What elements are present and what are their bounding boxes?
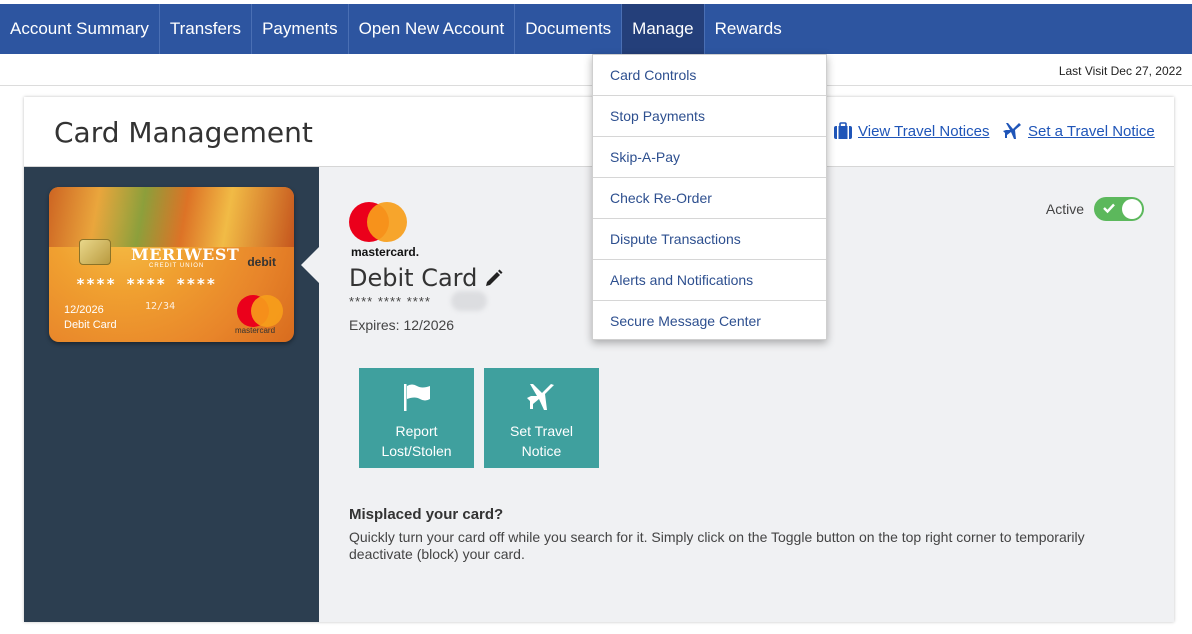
card-title: Debit Card — [349, 264, 503, 292]
menu-item-check-re-order[interactable]: Check Re-Order — [593, 178, 826, 219]
pencil-icon[interactable] — [485, 269, 503, 287]
card-image-valid-thru: 12/34 — [145, 301, 176, 312]
nav-manage[interactable]: Manage — [622, 4, 705, 54]
card-active-toggle[interactable] — [1094, 197, 1144, 221]
help-title: Misplaced your card? — [349, 506, 504, 523]
airplane-icon — [1003, 123, 1021, 139]
report-lost-stolen-label: Report Lost/Stolen — [381, 423, 452, 459]
set-travel-notice-button[interactable]: Set Travel Notice — [484, 368, 599, 468]
card-expiration: Expires: 12/2026 — [349, 317, 455, 333]
nav-transfers[interactable]: Transfers — [160, 4, 253, 54]
nav-documents[interactable]: Documents — [515, 4, 623, 54]
card-sidebar: MERIWEST CREDIT UNION debit **** **** **… — [24, 167, 319, 622]
card-artwork — [49, 187, 294, 247]
redacted-digits — [451, 291, 487, 311]
flag-icon — [404, 384, 430, 411]
last-visit-text: Last Visit Dec 27, 2022 — [1058, 64, 1182, 78]
view-travel-notices-link[interactable]: View Travel Notices — [833, 122, 989, 140]
toggle-knob — [1122, 199, 1142, 219]
menu-item-secure-message-center[interactable]: Secure Message Center — [593, 301, 826, 342]
menu-item-dispute-transactions[interactable]: Dispute Transactions — [593, 219, 826, 260]
set-travel-notice-label: Set a Travel Notice — [1028, 122, 1155, 140]
nav-rewards[interactable]: Rewards — [705, 4, 792, 54]
card-image-number: **** **** **** — [76, 275, 217, 293]
card-brand: MERIWEST — [131, 245, 240, 264]
card-name: Debit Card — [349, 264, 478, 292]
masked-card-number: **** **** **** — [349, 294, 431, 309]
check-icon — [1103, 203, 1115, 214]
mastercard-wordmark: mastercard. — [351, 245, 420, 259]
card-type: debit — [247, 255, 276, 269]
menu-item-alerts-notifications[interactable]: Alerts and Notifications — [593, 260, 826, 301]
page-title: Card Management — [54, 116, 313, 149]
mastercard-logo — [349, 202, 407, 242]
card-image-exp: 12/2026 — [64, 304, 104, 316]
nav-open-new-account[interactable]: Open New Account — [349, 4, 516, 54]
nav-payments[interactable]: Payments — [252, 4, 349, 54]
view-travel-notices-label: View Travel Notices — [858, 122, 990, 140]
card-chip — [79, 239, 111, 265]
briefcase-icon — [834, 122, 852, 139]
help-text: Quickly turn your card off while you sea… — [349, 529, 1085, 562]
status-label: Active — [1045, 201, 1084, 217]
manage-dropdown-menu: Card Controls Stop Payments Skip-A-Pay C… — [592, 54, 827, 340]
card-brand-sub: CREDIT UNION — [149, 263, 205, 269]
card-image-network: mastercard — [235, 326, 276, 335]
top-nav: Account Summary Transfers Payments Open … — [0, 4, 1192, 54]
report-lost-stolen-button[interactable]: Report Lost/Stolen — [359, 368, 474, 468]
card-image-name: Debit Card — [64, 319, 117, 331]
menu-item-card-controls[interactable]: Card Controls — [593, 55, 826, 96]
menu-item-stop-payments[interactable]: Stop Payments — [593, 96, 826, 137]
card-image[interactable]: MERIWEST CREDIT UNION debit **** **** **… — [49, 187, 294, 342]
card-status: Active — [1046, 197, 1144, 221]
nav-account-summary[interactable]: Account Summary — [0, 4, 160, 54]
menu-item-skip-a-pay[interactable]: Skip-A-Pay — [593, 137, 826, 178]
set-travel-notice-link[interactable]: Set a Travel Notice — [1003, 122, 1155, 140]
set-travel-notice-button-label: Set Travel Notice — [509, 423, 574, 459]
airplane-icon — [527, 384, 554, 410]
selection-pointer — [301, 247, 319, 283]
